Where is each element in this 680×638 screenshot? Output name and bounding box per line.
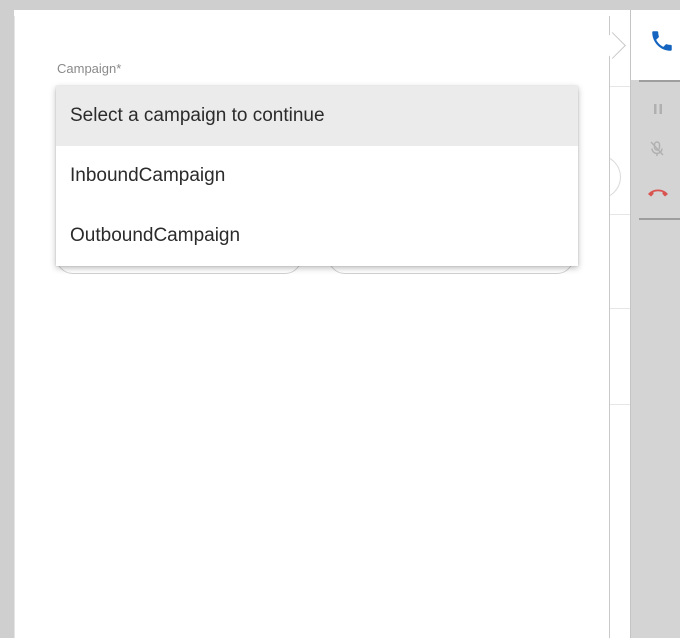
- call-control-sidebar: [630, 10, 680, 638]
- hang-up-icon[interactable]: [647, 186, 669, 198]
- sidebar-header: [631, 10, 680, 80]
- campaign-dropdown-list: Select a campaign to continue InboundCam…: [56, 86, 578, 266]
- underlying-divider: [608, 214, 630, 215]
- underlying-divider: [608, 404, 630, 405]
- sidebar-divider: [639, 218, 680, 220]
- window-left-edge: [0, 0, 14, 638]
- sidebar-divider: [639, 80, 680, 82]
- underlying-divider: [608, 308, 630, 309]
- mute-microphone-icon[interactable]: [649, 140, 665, 158]
- campaign-field-label: Campaign*: [57, 61, 122, 76]
- pause-icon[interactable]: [651, 102, 665, 116]
- underlying-content-column: [608, 10, 630, 638]
- dropdown-option-inbound-campaign[interactable]: InboundCampaign: [56, 146, 578, 206]
- underlying-divider: [608, 86, 630, 87]
- dropdown-option-select-campaign[interactable]: Select a campaign to continue: [56, 86, 578, 146]
- phone-icon[interactable]: [649, 28, 675, 54]
- dropdown-option-outbound-campaign[interactable]: OutboundCampaign: [56, 206, 578, 266]
- window-top-edge: [0, 0, 680, 10]
